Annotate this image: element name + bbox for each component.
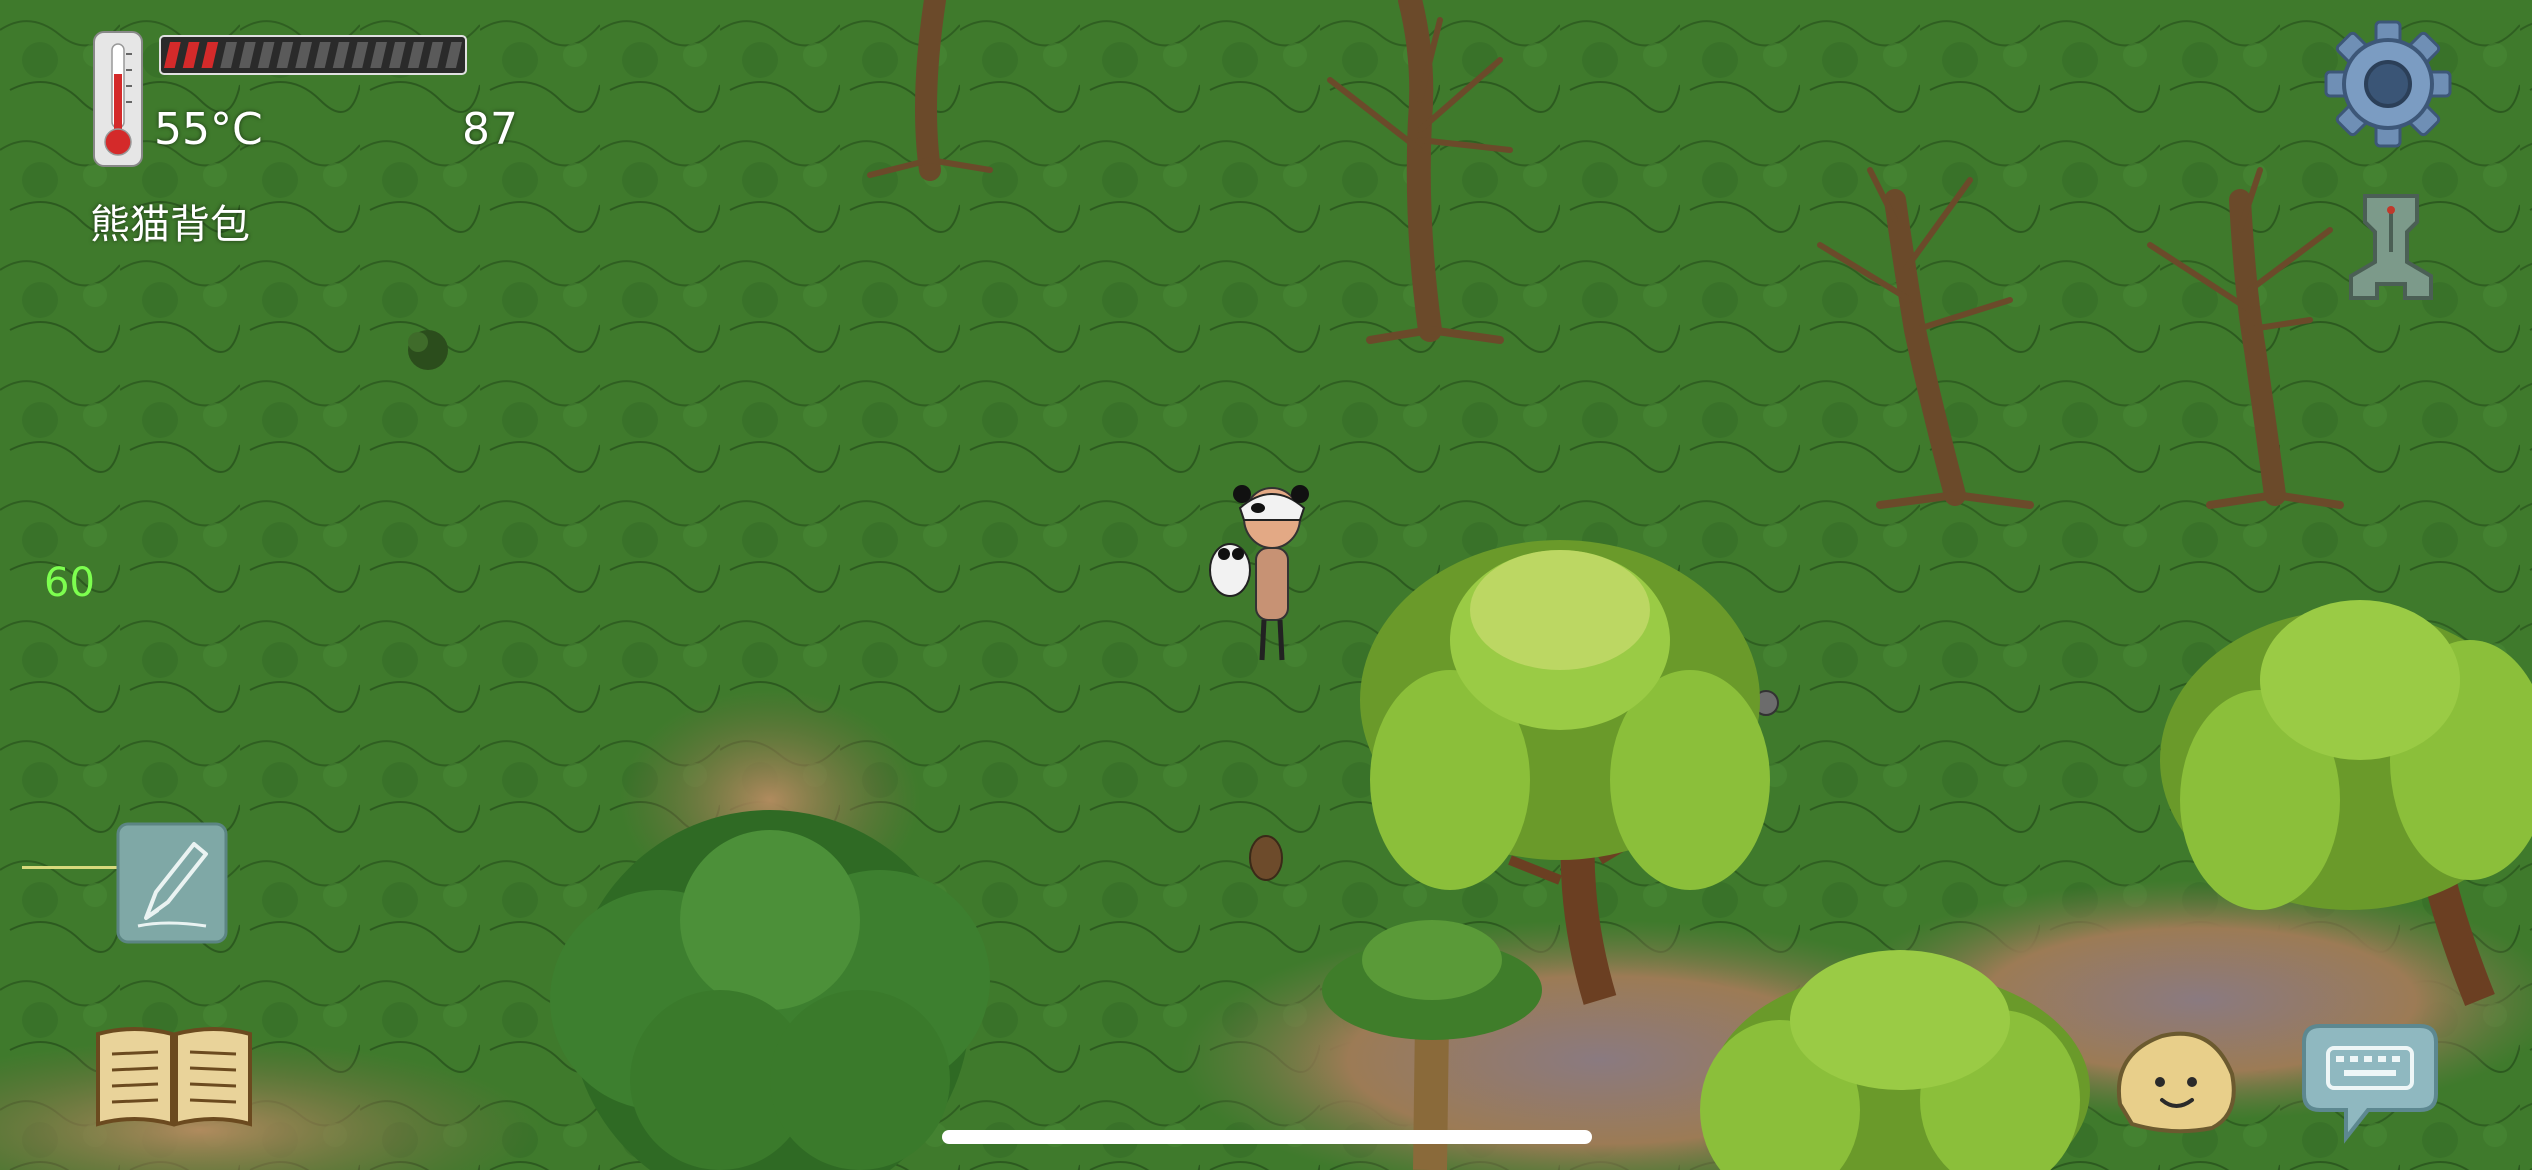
tech-tree-icon [2349, 194, 2433, 300]
pinecone [1249, 835, 1283, 881]
book-icon [96, 1027, 252, 1127]
gear-icon [2324, 20, 2452, 148]
hint-line [22, 866, 118, 869]
tech-tree-button[interactable] [2345, 192, 2437, 302]
thermometer-icon [90, 30, 146, 170]
keyboard-chat-icon [2302, 1024, 2438, 1144]
recipe-book-button[interactable] [94, 1020, 254, 1130]
held-item-label: 熊猫背包 [90, 202, 250, 248]
write-note-button[interactable] [116, 822, 228, 944]
hunger-bar [158, 34, 468, 76]
emote-face-icon [2116, 1031, 2236, 1134]
fps-counter: 60 [44, 560, 95, 606]
game-world[interactable] [0, 0, 2532, 1170]
emote-button[interactable] [2112, 1024, 2240, 1136]
temperature-readout: 55°C [154, 104, 263, 155]
pencil-icon [116, 822, 228, 944]
small-plant [408, 330, 448, 370]
settings-button[interactable] [2322, 18, 2454, 150]
home-indicator[interactable] [942, 1130, 1592, 1144]
chat-keyboard-button[interactable] [2300, 1020, 2440, 1144]
food-value: 87 [462, 104, 518, 155]
